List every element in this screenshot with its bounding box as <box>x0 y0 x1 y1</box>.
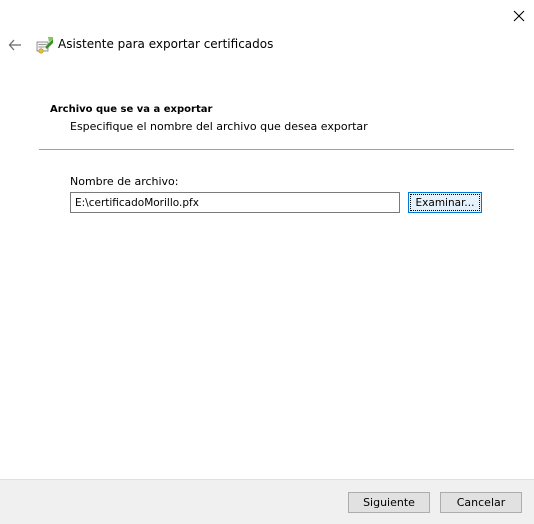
back-button[interactable] <box>4 34 26 56</box>
back-arrow-icon <box>8 39 21 51</box>
section-description: Especifique el nombre del archivo que de… <box>70 120 368 133</box>
file-name-input[interactable] <box>70 192 400 213</box>
file-name-label: Nombre de archivo: <box>70 175 179 188</box>
section-heading: Archivo que se va a exportar <box>50 104 213 115</box>
close-icon <box>513 10 525 22</box>
browse-button[interactable]: Examinar... <box>408 192 482 213</box>
wizard-title: Asistente para exportar certificados <box>58 37 274 51</box>
browse-button-label: Examinar... <box>415 196 475 209</box>
next-button[interactable]: Siguiente <box>348 492 430 513</box>
cancel-button[interactable]: Cancelar <box>440 492 522 513</box>
certificate-wizard-icon <box>36 37 53 54</box>
export-certificate-wizard-window: Asistente para exportar certificados Arc… <box>0 0 534 524</box>
header-divider <box>39 149 514 150</box>
footer-bar: Siguiente Cancelar <box>0 479 534 524</box>
close-button[interactable] <box>506 4 532 28</box>
